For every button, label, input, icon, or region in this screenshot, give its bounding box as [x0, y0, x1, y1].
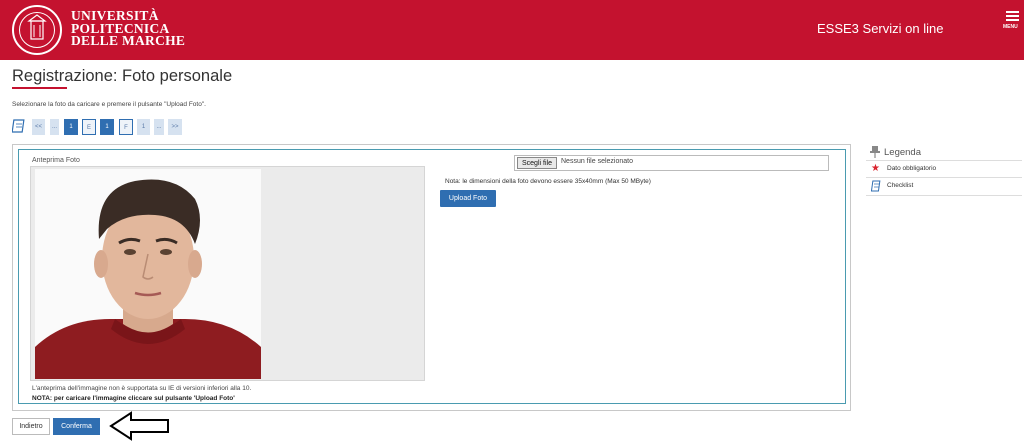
checklist-icon: [871, 180, 881, 192]
university-name: UNIVERSITÀ POLITECNICA DELLE MARCHE: [71, 9, 186, 48]
menu-button[interactable]: MENU: [1003, 8, 1024, 36]
legend-label-checklist: Checklist: [887, 182, 914, 189]
header-bar: UNIVERSITÀ POLITECNICA DELLE MARCHE ESSE…: [0, 0, 1024, 60]
file-status-text: Nessun file selezionato: [561, 158, 633, 165]
legend-item-required: ★ Dato obbligatorio: [866, 160, 1022, 178]
ie-preview-note: L'anteprima dell'immagine non è supporta…: [32, 385, 252, 392]
upload-instruction-note: NOTA: per caricare l'immagine cliccare s…: [32, 395, 235, 402]
legend-item-checklist: Checklist: [866, 178, 1022, 196]
pager-step-1[interactable]: 1: [64, 119, 78, 135]
legend-title: Legenda: [884, 147, 921, 158]
photo-preview-box: [30, 166, 425, 381]
instructions-text: Selezionare la foto da caricare e premer…: [12, 101, 206, 108]
pager-first[interactable]: <<: [32, 119, 45, 135]
file-input[interactable]: Scegli file Nessun file selezionato: [514, 155, 829, 171]
choose-file-button[interactable]: Scegli file: [517, 157, 557, 169]
university-name-line-3: DELLE MARCHE: [71, 33, 186, 48]
pin-icon: [870, 146, 880, 158]
legend-label-required: Dato obbligatorio: [887, 165, 937, 172]
pager-step-f[interactable]: F: [119, 119, 133, 135]
title-underline: [12, 87, 67, 89]
photo-upload-panel: Anteprima Foto Scegli file Nessun file s…: [12, 144, 851, 411]
star-icon: ★: [871, 163, 880, 174]
arrow-left-icon: [109, 411, 169, 441]
checklist-icon[interactable]: [12, 119, 26, 134]
pager-ellipsis-right: ...: [154, 119, 164, 135]
photo-preview-image: [35, 169, 261, 379]
upload-photo-button[interactable]: Upload Foto: [440, 190, 496, 207]
confirm-button[interactable]: Conferma: [53, 418, 100, 435]
service-title: ESSE3 Servizi on line: [817, 21, 944, 36]
preview-label: Anteprima Foto: [32, 157, 80, 164]
university-seal-logo: [12, 5, 62, 55]
back-button[interactable]: Indietro: [12, 418, 50, 435]
menu-label: MENU: [1003, 24, 1018, 30]
size-note: Nota: le dimensioni della foto devono es…: [445, 178, 651, 185]
pager-step-e[interactable]: E: [82, 119, 96, 135]
pager-last[interactable]: >>: [168, 119, 182, 135]
pager-step-next[interactable]: 1: [137, 119, 150, 135]
page-title: Registrazione: Foto personale: [12, 67, 233, 85]
photo-upload-inner: Anteprima Foto Scegli file Nessun file s…: [18, 149, 846, 404]
pager-step-current[interactable]: 1: [100, 119, 114, 135]
pager-ellipsis-left: ...: [50, 119, 59, 135]
